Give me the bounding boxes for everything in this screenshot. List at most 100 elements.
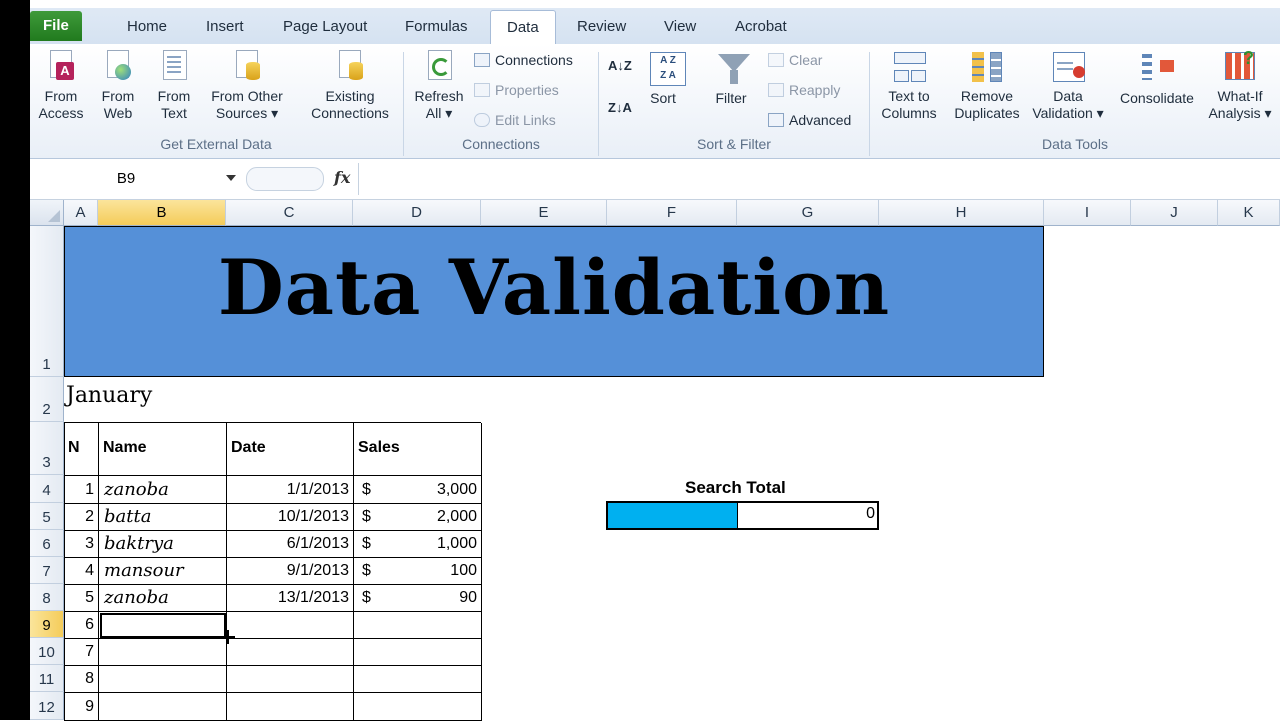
from-other-sources-button[interactable]: From Other Sources ▾ <box>204 50 290 122</box>
header-name[interactable]: Name <box>99 423 227 476</box>
from-text-button[interactable]: From Text <box>152 50 196 122</box>
sort-a-to-z-button[interactable]: A↓Z <box>608 58 632 73</box>
tab-review[interactable]: Review <box>577 18 626 35</box>
row-header-11[interactable]: 11 <box>30 665 64 692</box>
from-web-button[interactable]: From Web <box>96 50 140 122</box>
chevron-down-icon[interactable] <box>226 175 236 181</box>
connections-button[interactable]: Connections <box>474 52 573 68</box>
name-cell[interactable] <box>99 666 227 693</box>
col-header-h[interactable]: H <box>879 200 1044 226</box>
fx-icon[interactable]: fx <box>334 168 350 187</box>
name-cell[interactable]: baktrya <box>99 531 227 558</box>
col-header-k[interactable]: K <box>1218 200 1280 226</box>
what-if-analysis-button[interactable]: ? What-If Analysis ▾ <box>1202 49 1278 122</box>
date-cell[interactable]: 1/1/2013 <box>227 476 354 504</box>
col-header-i[interactable]: I <box>1044 200 1131 226</box>
text-to-columns-button[interactable]: Text to Columns <box>876 50 942 122</box>
month-label[interactable]: January <box>66 383 152 408</box>
data-validation-button[interactable]: Data Validation ▾ <box>1026 50 1110 122</box>
row-header-9[interactable]: 9 <box>30 611 64 638</box>
col-header-e[interactable]: E <box>481 200 607 226</box>
date-cell[interactable]: 6/1/2013 <box>227 531 354 558</box>
date-cell[interactable]: 9/1/2013 <box>227 558 354 585</box>
tab-page-layout[interactable]: Page Layout <box>283 18 367 35</box>
row-header-4[interactable]: 4 <box>30 475 64 503</box>
row-number-cell[interactable]: 7 <box>64 639 99 666</box>
sales-cell[interactable]: $90 <box>354 585 482 612</box>
row-header-8[interactable]: 8 <box>30 584 64 611</box>
refresh-all-button[interactable]: Refresh All ▾ <box>410 50 468 122</box>
row-header-7[interactable]: 7 <box>30 557 64 584</box>
col-header-j[interactable]: J <box>1131 200 1218 226</box>
col-header-d[interactable]: D <box>353 200 481 226</box>
existing-connections-button[interactable]: Existing Connections <box>304 50 396 122</box>
name-cell[interactable] <box>99 693 227 721</box>
sales-cell[interactable] <box>354 666 482 693</box>
tab-data[interactable]: Data <box>490 10 556 44</box>
reapply-button[interactable]: Reapply <box>768 82 840 98</box>
title-banner[interactable]: Data Validation <box>64 226 1044 377</box>
name-cell[interactable] <box>99 639 227 666</box>
tab-formulas[interactable]: Formulas <box>405 18 468 35</box>
tab-insert[interactable]: Insert <box>206 18 244 35</box>
name-cell[interactable]: batta <box>99 504 227 531</box>
sort-z-to-a-button[interactable]: Z↓A <box>608 100 632 115</box>
date-cell[interactable] <box>227 612 354 639</box>
name-cell[interactable]: zanoba <box>99 585 227 612</box>
remove-duplicates-button[interactable]: Remove Duplicates <box>950 50 1024 122</box>
sales-cell[interactable]: $1,000 <box>354 531 482 558</box>
tab-view[interactable]: View <box>664 18 696 35</box>
sales-cell[interactable]: $3,000 <box>354 476 482 504</box>
date-cell[interactable] <box>227 693 354 721</box>
row-number-cell[interactable]: 8 <box>64 666 99 693</box>
row-number-cell[interactable]: 5 <box>64 585 99 612</box>
consolidate-button[interactable]: Consolidate <box>1114 50 1200 107</box>
row-header-3[interactable]: 3 <box>30 422 64 475</box>
formula-splitter-handle[interactable] <box>246 167 324 191</box>
filter-button[interactable]: Filter <box>706 50 756 107</box>
row-header-5[interactable]: 5 <box>30 503 64 530</box>
col-header-b[interactable]: B <box>98 200 226 226</box>
header-n[interactable]: N <box>64 423 99 476</box>
sales-cell[interactable] <box>354 639 482 666</box>
col-header-g[interactable]: G <box>737 200 879 226</box>
row-number-cell[interactable]: 1 <box>64 476 99 504</box>
sales-cell[interactable]: $100 <box>354 558 482 585</box>
select-all-corner[interactable] <box>30 200 64 226</box>
from-access-button[interactable]: A From Access <box>38 50 84 122</box>
clear-filter-button[interactable]: Clear <box>768 52 822 68</box>
date-cell[interactable] <box>227 639 354 666</box>
date-cell[interactable]: 10/1/2013 <box>227 504 354 531</box>
advanced-filter-button[interactable]: Advanced <box>768 112 851 128</box>
row-header-1[interactable]: 1 <box>30 226 64 377</box>
sort-button[interactable]: A ZZ A Sort <box>638 50 688 107</box>
edit-links-button[interactable]: Edit Links <box>474 112 556 128</box>
row-header-2[interactable]: 2 <box>30 377 64 422</box>
properties-button[interactable]: Properties <box>474 82 559 98</box>
row-number-cell[interactable]: 6 <box>64 612 99 639</box>
col-header-a[interactable]: A <box>64 200 98 226</box>
tab-home[interactable]: Home <box>127 18 167 35</box>
row-number-cell[interactable]: 4 <box>64 558 99 585</box>
tab-file[interactable]: File <box>30 11 82 41</box>
sales-cell[interactable]: $2,000 <box>354 504 482 531</box>
tab-acrobat[interactable]: Acrobat <box>735 18 787 35</box>
name-cell[interactable]: zanoba <box>99 476 227 504</box>
search-input[interactable] <box>608 503 738 528</box>
formula-input[interactable] <box>364 166 1274 192</box>
header-date[interactable]: Date <box>227 423 354 476</box>
sales-cell[interactable] <box>354 693 482 721</box>
row-number-cell[interactable]: 2 <box>64 504 99 531</box>
name-box[interactable]: B9 <box>36 166 242 192</box>
row-number-cell[interactable]: 3 <box>64 531 99 558</box>
date-cell[interactable]: 13/1/2013 <box>227 585 354 612</box>
row-header-6[interactable]: 6 <box>30 530 64 557</box>
name-cell[interactable]: mansour <box>99 558 227 585</box>
col-header-c[interactable]: C <box>226 200 353 226</box>
col-header-f[interactable]: F <box>607 200 737 226</box>
row-number-cell[interactable]: 9 <box>64 693 99 721</box>
name-cell[interactable] <box>99 612 227 639</box>
sales-cell[interactable] <box>354 612 482 639</box>
date-cell[interactable] <box>227 666 354 693</box>
row-header-12[interactable]: 12 <box>30 692 64 720</box>
